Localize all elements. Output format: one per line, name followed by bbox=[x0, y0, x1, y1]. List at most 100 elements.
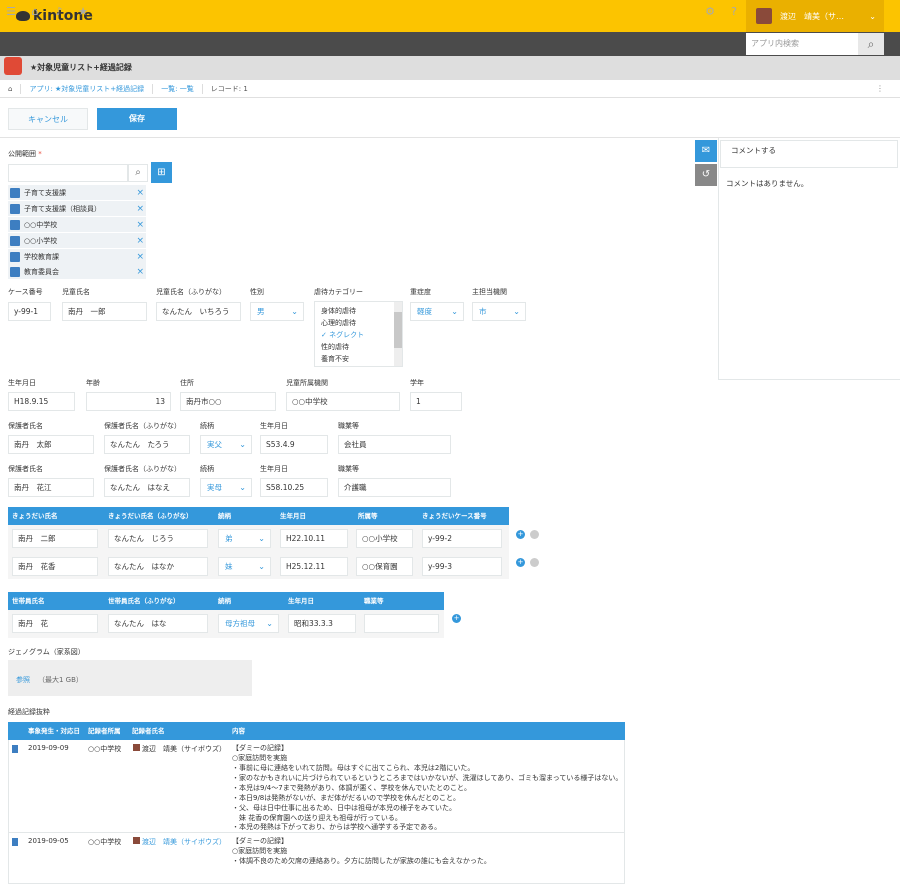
add-row-icon[interactable]: + bbox=[516, 530, 525, 539]
records-label: 経過記録抜粋 bbox=[8, 708, 50, 716]
record-author[interactable]: 渡辺 靖美（サイボウズ） bbox=[133, 744, 226, 754]
chevron-down-icon: ⌄ bbox=[451, 307, 458, 316]
browse-link[interactable]: 参照 bbox=[16, 675, 30, 685]
job-field[interactable]: 介護職 bbox=[338, 478, 451, 497]
add-row-icon[interactable]: + bbox=[516, 558, 525, 567]
breadcrumb-view[interactable]: 一覧: 一覧 bbox=[153, 83, 203, 94]
job-field[interactable]: 会社員 bbox=[338, 435, 451, 454]
guardian-birth-field[interactable]: S53.4.9 bbox=[260, 435, 328, 454]
table-select[interactable]: 妹 ⌄ bbox=[218, 557, 271, 576]
chevron-down-icon: ⌄ bbox=[239, 483, 246, 492]
table-cell[interactable]: なんたん じろう bbox=[108, 529, 208, 548]
scope-search-input[interactable] bbox=[8, 164, 128, 182]
school-label: 児童所属機関 bbox=[286, 379, 328, 387]
list-item-selected[interactable]: ✓ ネグレクト bbox=[321, 329, 396, 341]
table-cell[interactable]: なんたん はなか bbox=[108, 557, 208, 576]
scope-label: 公開範囲 * bbox=[8, 150, 42, 158]
star-icon[interactable]: ★ bbox=[76, 5, 90, 19]
record-line: ・家のなかもきれいに片づけられているというところまではいかないが、洗濯ほしてあり… bbox=[232, 774, 623, 782]
table-cell[interactable]: ○○小学校 bbox=[356, 529, 413, 548]
severity-select[interactable]: 軽度 ⌄ bbox=[410, 302, 464, 321]
table-cell[interactable]: y-99-2 bbox=[422, 529, 502, 548]
table-cell[interactable]: 南丹 二郎 bbox=[12, 529, 98, 548]
document-icon[interactable] bbox=[12, 838, 18, 846]
relation-select[interactable]: 実父 ⌄ bbox=[200, 435, 252, 454]
table-cell[interactable] bbox=[364, 614, 439, 633]
address-label: 住所 bbox=[180, 379, 194, 387]
menu-icon[interactable]: ☰ bbox=[4, 5, 18, 19]
user-menu[interactable]: 渡辺 靖美（サ… ⌄ bbox=[746, 0, 884, 32]
table-select[interactable]: 母方祖母 ⌄ bbox=[218, 614, 279, 633]
table-cell[interactable]: y-99-3 bbox=[422, 557, 502, 576]
home-icon[interactable]: ⌂ bbox=[28, 5, 42, 19]
history-icon[interactable]: ↺ bbox=[695, 164, 717, 186]
help-icon[interactable]: ? bbox=[727, 5, 741, 19]
grade-field[interactable]: 1 bbox=[410, 392, 462, 411]
comment-input[interactable]: コメントする bbox=[720, 140, 898, 168]
table-cell[interactable]: 昭和33.3.3 bbox=[288, 614, 356, 633]
remove-row-icon[interactable] bbox=[530, 530, 539, 539]
gender-select[interactable]: 男 ⌄ bbox=[250, 302, 304, 321]
birth-field[interactable]: H18.9.15 bbox=[8, 392, 75, 411]
remove-row-icon[interactable] bbox=[530, 558, 539, 567]
list-item[interactable]: 身体的虐待 bbox=[321, 305, 396, 317]
case-no-field[interactable]: y-99-1 bbox=[8, 302, 51, 321]
grade-label: 学年 bbox=[410, 379, 424, 387]
severity-label: 重症度 bbox=[410, 288, 431, 296]
save-button[interactable]: 保存 bbox=[97, 108, 177, 130]
scrollbar[interactable] bbox=[394, 302, 402, 366]
gear-icon[interactable]: ⚙ bbox=[703, 5, 717, 19]
table-cell[interactable]: H25.12.11 bbox=[280, 557, 348, 576]
table-cell[interactable]: 南丹 花 bbox=[12, 614, 98, 633]
cancel-button[interactable]: キャンセル bbox=[8, 108, 88, 130]
guardian-birth-label: 生年月日 bbox=[260, 465, 288, 473]
table-cell[interactable]: 南丹 花香 bbox=[12, 557, 98, 576]
child-kana-label: 児童氏名（ふりがな） bbox=[156, 288, 226, 296]
record-line: ・本児は9/4～7まで発熱があり、体調が悪く、学校を休んでいたとのこと。 bbox=[232, 784, 472, 792]
bell-icon[interactable]: ♪ bbox=[52, 5, 66, 19]
agency-select[interactable]: 市 ⌄ bbox=[472, 302, 526, 321]
list-item[interactable]: 性的虐待 bbox=[321, 341, 396, 353]
remove-icon[interactable]: × bbox=[136, 188, 144, 198]
school-field[interactable]: ○○中学校 bbox=[286, 392, 400, 411]
table-cell[interactable]: H22.10.11 bbox=[280, 529, 348, 548]
job-label: 職業等 bbox=[338, 422, 359, 430]
record-author[interactable]: 渡辺 靖美（サイボウズ） bbox=[133, 837, 226, 847]
relation-select[interactable]: 実母 ⌄ bbox=[200, 478, 252, 497]
table-cell[interactable]: なんたん はな bbox=[108, 614, 208, 633]
relation-label: 続柄 bbox=[200, 422, 214, 430]
record-line: ・本日9/8は発熱がないが、まだ体がだるいので学校を休んだとのこと。 bbox=[232, 794, 461, 802]
child-kana-field[interactable]: なんたん いちろう bbox=[156, 302, 241, 321]
guardian-birth-field[interactable]: S58.10.25 bbox=[260, 478, 328, 497]
add-row-icon[interactable]: + bbox=[452, 614, 461, 623]
guardian-kana-label: 保護者氏名（ふりがな） bbox=[104, 422, 181, 430]
list-item[interactable]: 心理的虐待 bbox=[321, 317, 396, 329]
comment-icon[interactable]: ✉ bbox=[695, 140, 717, 162]
breadcrumb: ⌂ アプリ: ★対象児童リスト+経過記録 一覧: 一覧 レコード: 1 bbox=[0, 80, 900, 98]
guardian-name-field[interactable]: 南丹 太郎 bbox=[8, 435, 94, 454]
avatar bbox=[133, 744, 140, 751]
guardian-name-field[interactable]: 南丹 花江 bbox=[8, 478, 94, 497]
remove-icon[interactable]: × bbox=[136, 204, 144, 214]
abuse-category-list[interactable]: 身体的虐待 心理的虐待 ✓ ネグレクト 性的虐待 養育不安 bbox=[314, 301, 403, 367]
child-name-field[interactable]: 南丹 一郎 bbox=[62, 302, 147, 321]
guardian-kana-field[interactable]: なんたん たろう bbox=[104, 435, 190, 454]
table-cell[interactable]: ○○保育園 bbox=[356, 557, 413, 576]
list-item[interactable]: 養育不安 bbox=[321, 353, 396, 365]
remove-icon[interactable]: × bbox=[136, 252, 144, 262]
age-field[interactable]: 13 bbox=[86, 392, 171, 411]
search-icon[interactable]: ⌕ bbox=[858, 33, 884, 55]
search-input[interactable]: アプリ内検索 bbox=[746, 33, 858, 55]
breadcrumb-app[interactable]: アプリ: ★対象児童リスト+経過記録 bbox=[21, 83, 154, 94]
home-icon[interactable]: ⌂ bbox=[0, 83, 22, 94]
search-icon[interactable]: ⌕ bbox=[128, 164, 148, 182]
document-icon[interactable] bbox=[12, 745, 18, 753]
remove-icon[interactable]: × bbox=[136, 236, 144, 246]
table-select[interactable]: 弟 ⌄ bbox=[218, 529, 271, 548]
remove-icon[interactable]: × bbox=[136, 267, 144, 277]
address-field[interactable]: 南丹市○○ bbox=[180, 392, 276, 411]
pin-icon[interactable]: ⋮ bbox=[876, 84, 884, 93]
org-tree-icon[interactable]: ⊞ bbox=[151, 162, 172, 183]
remove-icon[interactable]: × bbox=[136, 220, 144, 230]
guardian-kana-field[interactable]: なんたん はなえ bbox=[104, 478, 190, 497]
